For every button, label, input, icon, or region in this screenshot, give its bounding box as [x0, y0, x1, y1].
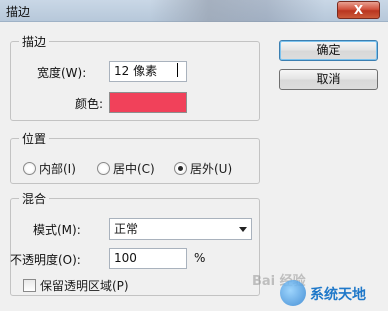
ok-button[interactable]: 确定	[279, 40, 378, 61]
width-input[interactable]: 12 像素	[109, 61, 187, 82]
blend-legend: 混合	[19, 190, 50, 207]
mode-label: 模式(M):	[33, 223, 81, 237]
radio-outside-label: 居外(U)	[190, 162, 233, 176]
opacity-input[interactable]: 100	[109, 248, 187, 269]
window-title: 描边	[6, 5, 31, 19]
radio-center-circle[interactable]	[97, 162, 110, 175]
blend-mode-select[interactable]: 正常	[109, 218, 252, 240]
radio-center-label: 居中(C)	[113, 162, 155, 176]
radio-outside-circle[interactable]	[174, 162, 187, 175]
preserve-transparency-checkbox[interactable]: 保留透明区域(P)	[23, 277, 129, 294]
opacity-unit: %	[194, 251, 206, 265]
color-swatch[interactable]	[109, 92, 187, 113]
radio-outside[interactable]: 居外(U)	[174, 160, 232, 177]
stroke-legend: 描边	[19, 33, 50, 50]
radio-center[interactable]: 居中(C)	[97, 160, 155, 177]
opacity-label: 不透明度(O):	[10, 253, 81, 267]
blend-group: 混合 模式(M): 正常 不透明度(O): 100 % 保留透明区域(P)	[10, 190, 260, 296]
close-button[interactable]: X	[337, 1, 380, 19]
opacity-value: 100	[114, 251, 137, 265]
radio-inside-label: 内部(I)	[39, 162, 76, 176]
blend-mode-value: 正常	[114, 222, 139, 236]
radio-inside[interactable]: 内部(I)	[23, 160, 76, 177]
checkbox-box[interactable]	[23, 279, 36, 292]
preserve-transparency-label: 保留透明区域(P)	[40, 279, 129, 293]
cancel-button[interactable]: 取消	[279, 69, 378, 90]
position-legend: 位置	[19, 130, 50, 147]
position-group: 位置 内部(I) 居中(C) 居外(U)	[10, 130, 260, 184]
title-bar: 描边 X	[0, 0, 388, 22]
width-label: 宽度(W):	[37, 66, 87, 80]
text-caret	[177, 63, 179, 77]
title-bar-background	[150, 0, 325, 22]
dropdown-arrow-icon[interactable]	[239, 227, 247, 232]
color-label: 颜色:	[75, 97, 104, 111]
stroke-group: 描边 宽度(W): 12 像素 颜色:	[10, 33, 260, 121]
radio-inside-circle[interactable]	[23, 162, 36, 175]
width-value: 12 像素	[114, 64, 158, 78]
stroke-dialog: 描边 宽度(W): 12 像素 颜色: 位置 内部(I) 居中(C) 居外(U)…	[0, 22, 388, 311]
